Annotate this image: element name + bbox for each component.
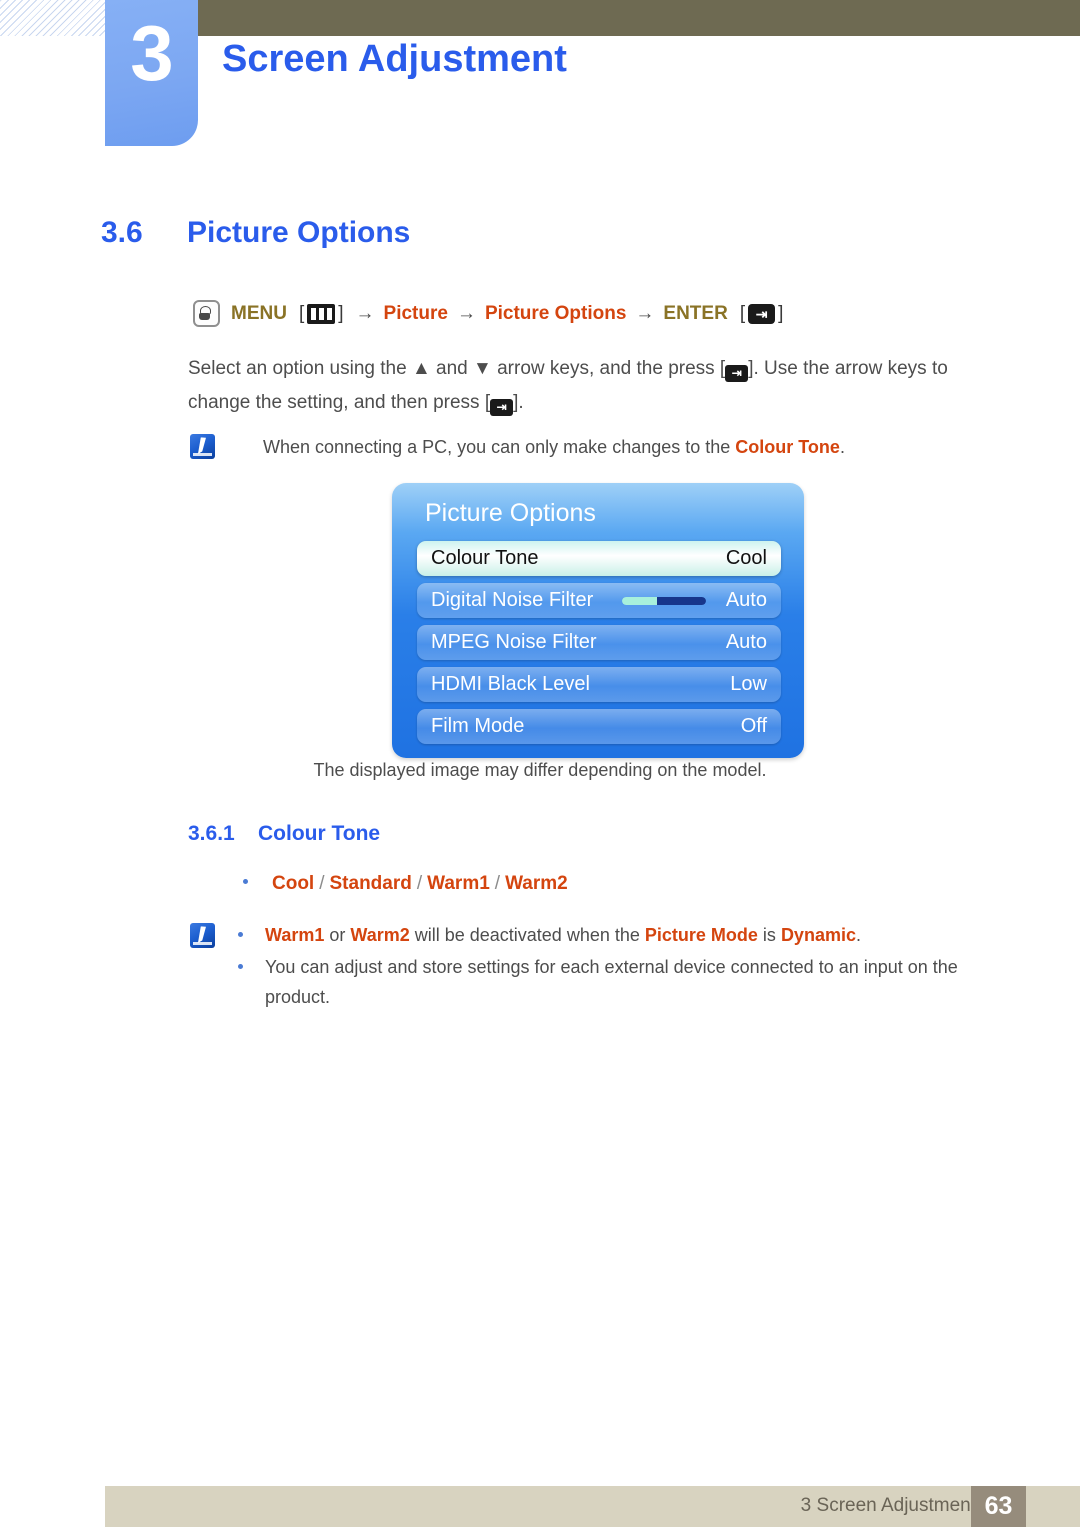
note-1-highlight: Colour Tone <box>735 437 840 457</box>
osd-row-label: HDMI Black Level <box>431 673 590 695</box>
bracket-open: [ <box>298 302 305 324</box>
bullet-dot-icon <box>243 879 248 884</box>
note-1-text: When connecting a PC, you can only make … <box>263 434 845 460</box>
osd-row-value: Off <box>740 715 767 737</box>
osd-row-value: Cool <box>725 547 767 569</box>
para-part-3: arrow keys, and the press [ <box>491 358 726 379</box>
breadcrumb-menu-label: MENU <box>231 302 287 324</box>
osd-row-mpeg-noise-filter[interactable]: MPEG Noise Filter Auto <box>417 625 781 660</box>
para-part-1: Select an option using the <box>188 358 412 379</box>
subsection-heading: 3.6.1 Colour Tone <box>188 822 380 846</box>
osd-row-colour-tone[interactable]: Colour Tone Cool <box>417 541 781 576</box>
note-1-text-before: When connecting a PC, you can only make … <box>263 437 736 457</box>
osd-row-digital-noise-filter[interactable]: Digital Noise Filter Auto <box>417 583 781 618</box>
osd-menu-panel: Picture Options Colour Tone Cool Digital… <box>392 483 804 758</box>
note-2-highlight-dynamic: Dynamic <box>780 925 856 945</box>
bullet-dot-icon <box>238 964 243 969</box>
note-2-text-p3: will be deactivated when the <box>409 925 645 945</box>
note-2-highlight-picture-mode: Picture Mode <box>644 925 758 945</box>
instruction-paragraph: Select an option using the ▲ and ▼ arrow… <box>188 352 1006 420</box>
note-block-1: When connecting a PC, you can only make … <box>190 434 845 460</box>
subsection-number: 3.6.1 <box>188 822 235 845</box>
breadcrumb-picture-options-label: Picture Options <box>484 302 627 324</box>
breadcrumb-arrow-3: → <box>635 302 655 324</box>
down-arrow-icon: ▼ <box>473 358 492 379</box>
subsection-title-text: Colour Tone <box>258 822 381 845</box>
note-2-list: Warm1 or Warm2 will be deactivated when … <box>238 920 990 1012</box>
menu-path-breadcrumb: MENU [ ] → Picture → Picture Options → E… <box>193 300 786 327</box>
breadcrumb-picture-label: Picture <box>383 302 448 324</box>
note-2-text-p5: . <box>855 925 861 945</box>
footer-chapter-label: 3 Screen Adjustment <box>800 1495 976 1516</box>
osd-row-label: Digital Noise Filter <box>431 589 594 611</box>
osd-row-list: Colour Tone Cool Digital Noise Filter Au… <box>417 541 781 751</box>
para-part-5: ]. <box>513 392 524 413</box>
option-cool: Cool <box>272 873 315 894</box>
slider-track <box>657 596 706 605</box>
section-number: 3.6 <box>101 216 143 249</box>
breadcrumb-arrow-1: → <box>355 302 375 324</box>
options-list: Cool / Standard / Warm1/Warm2 <box>272 873 568 895</box>
osd-row-value: Low <box>730 673 767 695</box>
hatch-pattern-icon <box>0 0 106 36</box>
bracket-open-2: [ <box>739 302 746 324</box>
breadcrumb-enter-label: ENTER <box>663 302 728 324</box>
enter-key-icon-inline-2: ⇥ <box>490 398 514 416</box>
note-2-item-1-text: Warm1 or Warm2 will be deactivated when … <box>265 920 990 950</box>
note-2-highlight-warm2: Warm2 <box>350 925 410 945</box>
enter-key-icon: ⇥ <box>748 303 776 324</box>
menu-bars-icon <box>307 303 336 324</box>
para-part-2: and <box>430 358 474 379</box>
note-pen-icon <box>190 434 215 459</box>
footer-page-number: 63 <box>971 1486 1026 1527</box>
osd-row-label: Colour Tone <box>431 547 539 569</box>
up-arrow-icon: ▲ <box>411 358 431 379</box>
note-1-text-after: . <box>839 437 845 457</box>
note-2-item-2: You can adjust and store settings for ea… <box>238 952 990 1012</box>
hand-press-icon <box>193 300 220 327</box>
section-heading: 3.6 Picture Options <box>101 216 410 250</box>
note-2-text-p4: is <box>757 925 781 945</box>
option-warm2: Warm2 <box>505 873 568 894</box>
chapter-title: Screen Adjustment <box>222 38 567 80</box>
page-header: 3 Screen Adjustment <box>0 0 1080 160</box>
enter-key-icon-inline-1: ⇥ <box>725 364 749 382</box>
note-2-highlight-warm1: Warm1 <box>265 925 325 945</box>
bracket-close-2: ] <box>778 302 784 324</box>
colour-tone-options-bullet: Cool / Standard / Warm1/Warm2 <box>243 873 568 895</box>
osd-row-value: Auto <box>725 631 767 653</box>
header-olive-bar <box>190 0 1080 36</box>
section-title-text: Picture Options <box>187 216 411 249</box>
slider-fill <box>622 596 658 605</box>
osd-caption: The displayed image may differ depending… <box>313 760 767 780</box>
osd-row-value: Auto <box>725 589 767 611</box>
note-2-item-2-text: You can adjust and store settings for ea… <box>265 957 958 1007</box>
note-2-item-1: Warm1 or Warm2 will be deactivated when … <box>238 920 990 950</box>
option-separator-3: / <box>494 873 501 894</box>
option-warm1: Warm1 <box>427 873 490 894</box>
osd-row-film-mode[interactable]: Film Mode Off <box>417 709 781 744</box>
osd-row-label: Film Mode <box>431 715 525 737</box>
osd-row-label: MPEG Noise Filter <box>431 631 597 653</box>
breadcrumb-arrow-2: → <box>456 302 476 324</box>
bracket-close: ] <box>338 302 344 324</box>
note-2-text-p2: or <box>324 925 351 945</box>
osd-slider[interactable] <box>622 596 706 605</box>
chapter-number-block: 3 <box>105 0 198 146</box>
option-separator-1: / <box>319 873 325 894</box>
option-separator-2: / <box>416 873 423 894</box>
chapter-number: 3 <box>130 9 173 97</box>
osd-row-hdmi-black-level[interactable]: HDMI Black Level Low <box>417 667 781 702</box>
bullet-dot-icon <box>238 932 243 937</box>
option-standard: Standard <box>329 873 412 894</box>
note-block-2: Warm1 or Warm2 will be deactivated when … <box>190 920 990 1014</box>
note-pen-icon <box>190 923 215 948</box>
osd-panel-title: Picture Options <box>425 499 596 527</box>
